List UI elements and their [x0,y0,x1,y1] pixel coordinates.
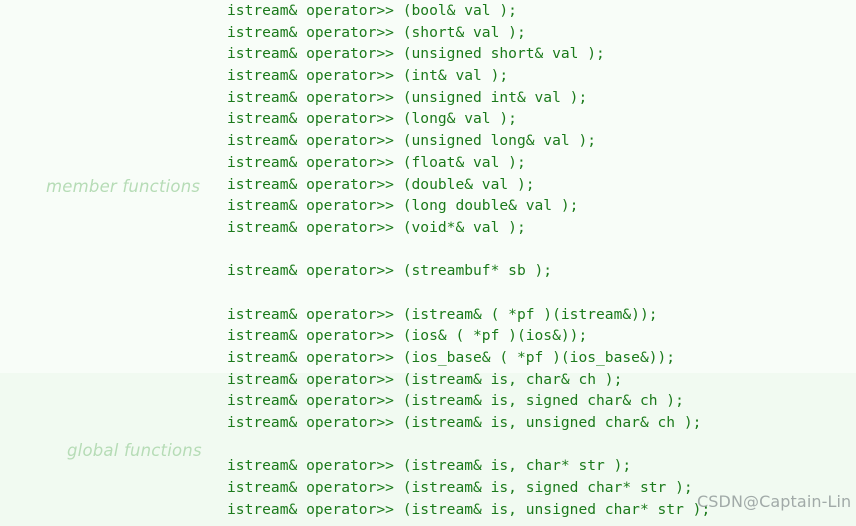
code-line: istream& operator>> (short& val ); [227,23,526,41]
code-line: istream& operator>> (unsigned int& val )… [227,88,588,106]
code-line: istream& operator>> (long& val ); [227,110,517,128]
code-line: istream& operator>> (ios& ( *pf )(ios&))… [227,327,588,345]
csdn-watermark: CSDN@Captain-Lin [697,492,852,511]
code-line: istream& operator>> (float& val ); [227,153,526,171]
code-line: istream& operator>> (istream& is, unsign… [227,414,702,432]
code-line: istream& operator>> (double& val ); [227,175,535,193]
code-spacer-line [227,434,856,456]
member-functions-label: member functions [46,177,201,196]
global-functions-label: global functions [67,441,202,460]
code-line: istream& operator>> (unsigned short& val… [227,45,605,63]
code-line: istream& operator>> (streambuf* sb ); [227,262,553,280]
code-line: istream& operator>> (long double& val ); [227,197,579,215]
code-line: istream& operator>> (ios_base& ( *pf )(i… [227,349,676,366]
code-line: istream& operator>> (bool& val ); [227,2,517,19]
code-reference-page: istream& operator>> (bool& val ); istream… [0,0,856,526]
code-listing: istream& operator>> (bool& val ); istream… [227,0,856,521]
code-line: istream& operator>> (istream& is, signed… [227,392,684,410]
code-line: istream& operator>> (istream& is, char* … [227,457,632,475]
code-line: istream& operator>> (istream& ( *pf )(is… [227,305,658,323]
code-spacer-line [227,239,856,261]
code-line: istream& operator>> (unsigned long& val … [227,132,597,150]
code-spacer-line [227,282,856,304]
code-line: istream& operator>> (int& val ); [227,67,509,85]
code-line: istream& operator>> (istream& is, char& … [227,370,623,388]
code-line: istream& operator>> (void*& val ); [227,218,526,236]
